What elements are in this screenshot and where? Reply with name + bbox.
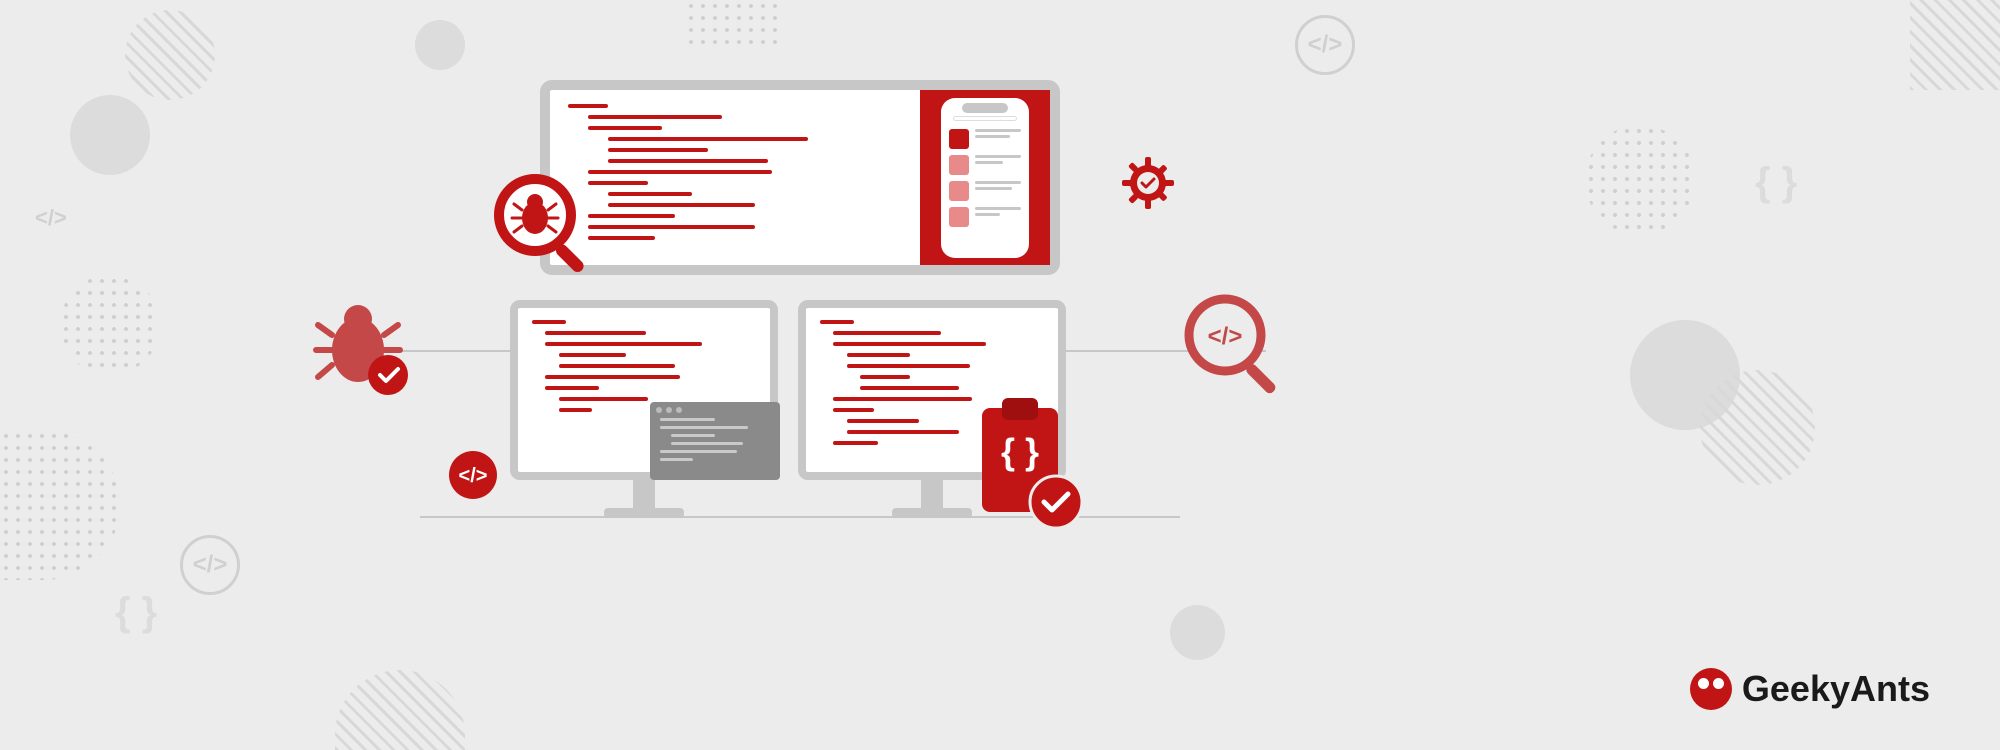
small-monitor-left (510, 300, 778, 480)
bug-check-icon (310, 295, 420, 410)
svg-text:{ }: { } (1001, 431, 1039, 472)
svg-text:</>: </> (1208, 323, 1243, 350)
large-monitor (540, 80, 1060, 275)
bg-dots-4 (1585, 125, 1695, 235)
phone-preview-panel (920, 90, 1050, 265)
monitor-stand-2 (921, 480, 943, 510)
code-glyph-icon: </> (35, 205, 67, 231)
code-editor-area (550, 90, 920, 265)
braces-icon-1: { } (115, 590, 157, 635)
svg-text:</>: </> (459, 465, 488, 487)
bg-circle-1 (70, 95, 150, 175)
braces-icon-2: { } (1755, 160, 1797, 205)
illustration-stage: </> </> { } (420, 80, 1180, 640)
gear-check-icon (1120, 155, 1176, 216)
bg-diagonal-4 (1910, 0, 2000, 90)
bg-dots-1 (60, 275, 160, 375)
bg-dots-2 (0, 430, 120, 580)
magnifier-code-icon: </> (1180, 290, 1290, 405)
brand-name: GeekyAnts (1742, 668, 1930, 710)
bg-diagonal-2 (335, 670, 465, 750)
clipboard-check-icon: { } (968, 394, 1088, 539)
bg-diagonal-1 (125, 10, 215, 100)
code-circle-icon: </> (448, 450, 498, 505)
code-circle-outline-icon: </> (180, 535, 240, 595)
bg-diagonal-3 (1700, 370, 1815, 485)
bg-dots-3 (685, 0, 785, 50)
brand-logo: GeekyAnts (1690, 668, 1930, 710)
magnifier-bug-icon (490, 170, 600, 285)
brand-logo-mark (1690, 668, 1732, 710)
phone-mockup (941, 98, 1029, 258)
bg-circle-2 (415, 20, 465, 70)
terminal-overlay (650, 402, 780, 480)
monitor-stand-1 (633, 480, 655, 510)
code-circle-outline-icon-2: </> (1295, 15, 1355, 75)
